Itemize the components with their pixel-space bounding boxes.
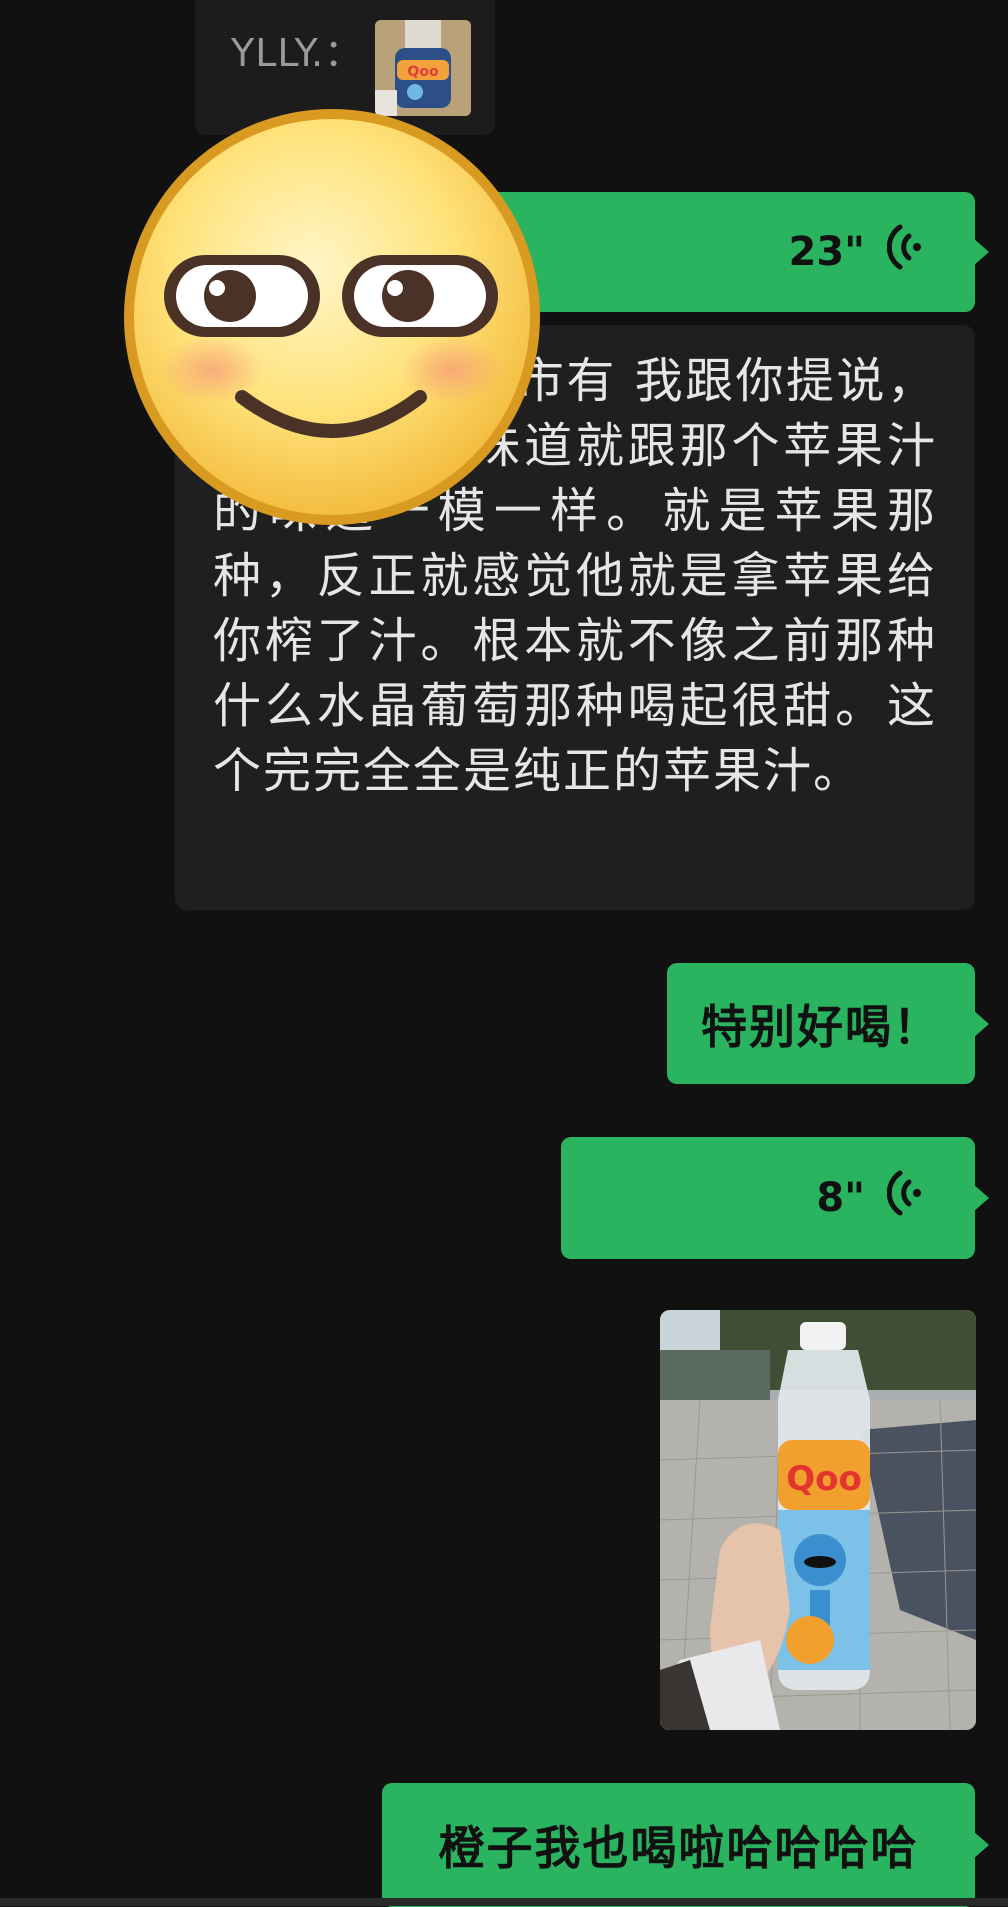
qoo-bottle-thumbnail-icon[interactable]: Qoo	[375, 20, 471, 116]
qoo-juice-bottle-photo[interactable]: Qoo	[660, 1310, 976, 1730]
svg-text:Qoo: Qoo	[407, 64, 439, 80]
text-message-bubble[interactable]: 特别好喝！	[667, 963, 989, 1084]
bottom-edge	[0, 1898, 1008, 1906]
text-message-bubble[interactable]: 橙子我也喝啦哈哈哈哈	[382, 1783, 989, 1907]
message-text: 橙子我也喝啦哈哈哈哈	[438, 1821, 919, 1875]
voice-duration: 8"	[816, 1175, 865, 1221]
smirk-emoji-sticker-icon	[120, 105, 544, 529]
message-text: 特别好喝！	[701, 999, 941, 1054]
svg-text:Qoo: Qoo	[786, 1459, 862, 1499]
voice-wave-icon	[886, 222, 927, 282]
voice-wave-icon	[886, 1168, 927, 1228]
quote-sender-name: YLLY.：	[231, 31, 364, 75]
voice-message-bubble[interactable]: 8"	[561, 1137, 989, 1259]
voice-duration: 23"	[788, 229, 865, 275]
chat-area: YLLY.： Qoo 23" 你去看你们超市有 我跟你提说，就是这个的味道就跟那…	[0, 0, 1008, 1907]
